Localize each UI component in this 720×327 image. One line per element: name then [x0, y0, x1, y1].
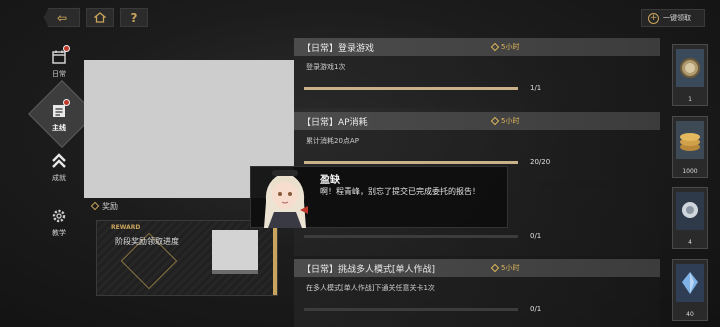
notification-badge	[63, 99, 70, 106]
achievement-chevron-icon	[50, 152, 68, 170]
quest-time: 5小时	[501, 264, 520, 272]
clock-diamond-icon	[490, 42, 500, 52]
quest-description: 在多人模式[单人作战]下通关任意关卡1次	[306, 284, 435, 292]
pocket-watch-icon	[676, 49, 704, 87]
arrow-left-icon: ⇦	[56, 10, 68, 25]
clock-diamond-icon	[490, 263, 500, 273]
progress-track	[304, 308, 518, 311]
home-icon	[94, 12, 106, 23]
quest-description: 登录游戏1次	[306, 63, 346, 71]
progress-track	[304, 161, 518, 164]
sidebar-item-tutorial[interactable]: 教学	[44, 207, 74, 238]
item-count: 40	[686, 311, 694, 318]
item-count: 4	[688, 239, 692, 246]
plus-icon: +	[648, 12, 659, 24]
sidebar-item-label: 主线	[52, 124, 66, 132]
back-button[interactable]: ⇦	[44, 8, 80, 27]
progress-text: 20/20	[530, 158, 551, 166]
progress-track	[304, 87, 518, 90]
progress-text: 0/1	[530, 232, 542, 240]
reward-item-card[interactable]: 4	[672, 187, 708, 249]
reward-tag: REWARD	[111, 224, 141, 231]
claim-all-button[interactable]: + 一键领取	[641, 9, 705, 27]
sidebar-item-mainline[interactable]: 主线	[44, 99, 74, 133]
clock-diamond-icon	[490, 116, 500, 126]
quest-timer: 5小时	[490, 42, 520, 52]
quest-time: 5小时	[501, 43, 520, 51]
quest-title-bar: 【日常】登录游戏 5小时	[294, 38, 660, 56]
quest-row[interactable]: 【日常】登录游戏 5小时 登录游戏1次 1/1	[294, 38, 660, 108]
help-label: ?	[130, 10, 138, 25]
reward-item-card[interactable]: 1000	[672, 116, 708, 178]
crystal-orb-icon	[676, 192, 704, 230]
tutorial-gear-icon	[50, 207, 68, 225]
progress-fill	[304, 87, 518, 90]
gold-coins-icon	[676, 121, 704, 159]
quest-time: 5小时	[501, 117, 520, 125]
sidebar-item-label: 教学	[52, 229, 66, 237]
reward-item-card[interactable]: 40	[672, 259, 708, 321]
quest-timer: 5小时	[490, 116, 520, 126]
quest-title-bar: 【日常】挑战多人模式[单人作战] 5小时	[294, 259, 660, 277]
claim-all-label: 一键领取	[663, 14, 691, 22]
stage-reward-text: 阶段奖励领取进度	[115, 237, 179, 246]
blue-gem-icon	[676, 264, 704, 302]
home-button[interactable]	[86, 8, 114, 27]
progress-fill	[304, 161, 518, 164]
sidebar-item-label: 日常	[52, 70, 66, 78]
sidebar-item-daily[interactable]: 日常	[44, 45, 74, 79]
quest-title-bar: 【日常】AP消耗 5小时	[294, 112, 660, 130]
progress-track	[304, 235, 518, 238]
reward-item-card[interactable]: 1	[672, 44, 708, 106]
quest-row[interactable]: 【日常】挑战多人模式[单人作战] 5小时 在多人模式[单人作战]下通关任意关卡1…	[294, 259, 660, 327]
help-button[interactable]: ?	[120, 8, 148, 27]
sidebar-item-achievement[interactable]: 成就	[44, 152, 74, 183]
progress-text: 0/1	[530, 305, 542, 313]
item-count: 1	[688, 96, 692, 103]
panel-accent-bar	[273, 221, 277, 295]
item-count: 1000	[682, 168, 698, 175]
quest-title: 【日常】登录游戏	[302, 43, 375, 54]
quest-title: 【日常】挑战多人模式[单人作战]	[302, 264, 436, 275]
notification-badge	[63, 45, 70, 52]
dialogue-speaker: 盈缺	[320, 175, 340, 186]
diamond-icon	[90, 201, 100, 211]
dialogue-text: 啊！程青峰，别忘了提交已完成委托的报告！	[320, 187, 480, 196]
quest-timer: 5小时	[490, 263, 520, 273]
quest-description: 累计消耗20点AP	[306, 137, 359, 145]
reward-item-image[interactable]	[212, 230, 258, 274]
sidebar-item-label: 成就	[52, 174, 66, 182]
quest-title: 【日常】AP消耗	[302, 117, 368, 128]
reward-label: 奖励	[102, 201, 118, 211]
character-portrait	[264, 170, 308, 228]
progress-text: 1/1	[530, 84, 542, 92]
